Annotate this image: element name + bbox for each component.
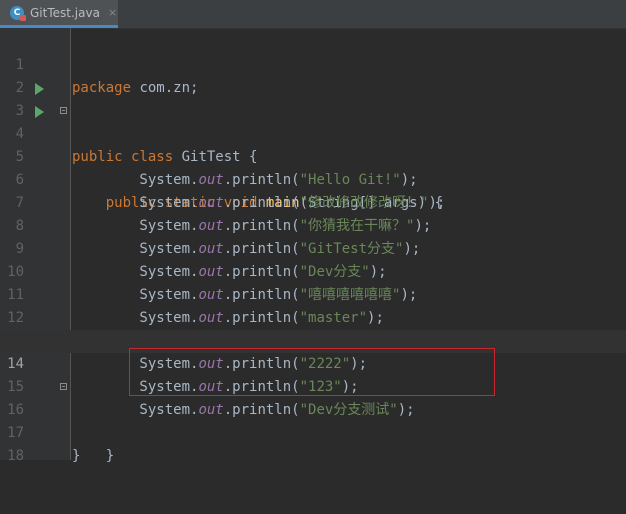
tab-file-name: GitTest.java (30, 5, 100, 20)
close-icon[interactable]: × (108, 6, 117, 19)
code-line: 3 public class GitTest { (0, 77, 626, 165)
code-line: 7 System.out.println("你猜我在干嘛？"); (0, 169, 626, 234)
code-line: 8 System.out.println("GitTest分支"); (0, 192, 626, 257)
code-line: 5 System.out.println("Hello Git!"); (0, 123, 626, 188)
code-line: 11 System.out.println("master"); (0, 261, 626, 326)
fold-icon[interactable] (60, 107, 67, 114)
tab-gittest-java[interactable]: C GitTest.java × (0, 0, 118, 28)
code-line: 10 System.out.println("嘻嘻嘻嘻嘻嘻"); (0, 238, 626, 303)
code-line: 1 package com.zn; (0, 31, 626, 96)
run-class-icon[interactable] (35, 83, 44, 95)
editor-tab-bar: C GitTest.java × (0, 0, 626, 29)
fold-icon[interactable] (60, 383, 67, 390)
code-text: } (72, 448, 81, 464)
code-line: 9 System.out.println("Dev分支"); (0, 215, 626, 280)
line-number: 18 (7, 448, 24, 464)
code-line: 12 System.out.println("版本冲突"); (0, 284, 626, 349)
code-line: 6 System.out.println("修改修改修改呀！"); (0, 146, 626, 211)
code-line: 13 System.out.println("2222"); (0, 307, 626, 372)
highlight-box (129, 348, 495, 396)
code-line: 17 } (0, 399, 626, 464)
code-line: 4 public static void main(String[] args)… (0, 100, 626, 211)
code-line: 18 (0, 422, 626, 464)
code-line: 2 (0, 54, 626, 96)
run-main-icon[interactable] (35, 106, 44, 118)
java-class-icon: C (10, 5, 26, 21)
